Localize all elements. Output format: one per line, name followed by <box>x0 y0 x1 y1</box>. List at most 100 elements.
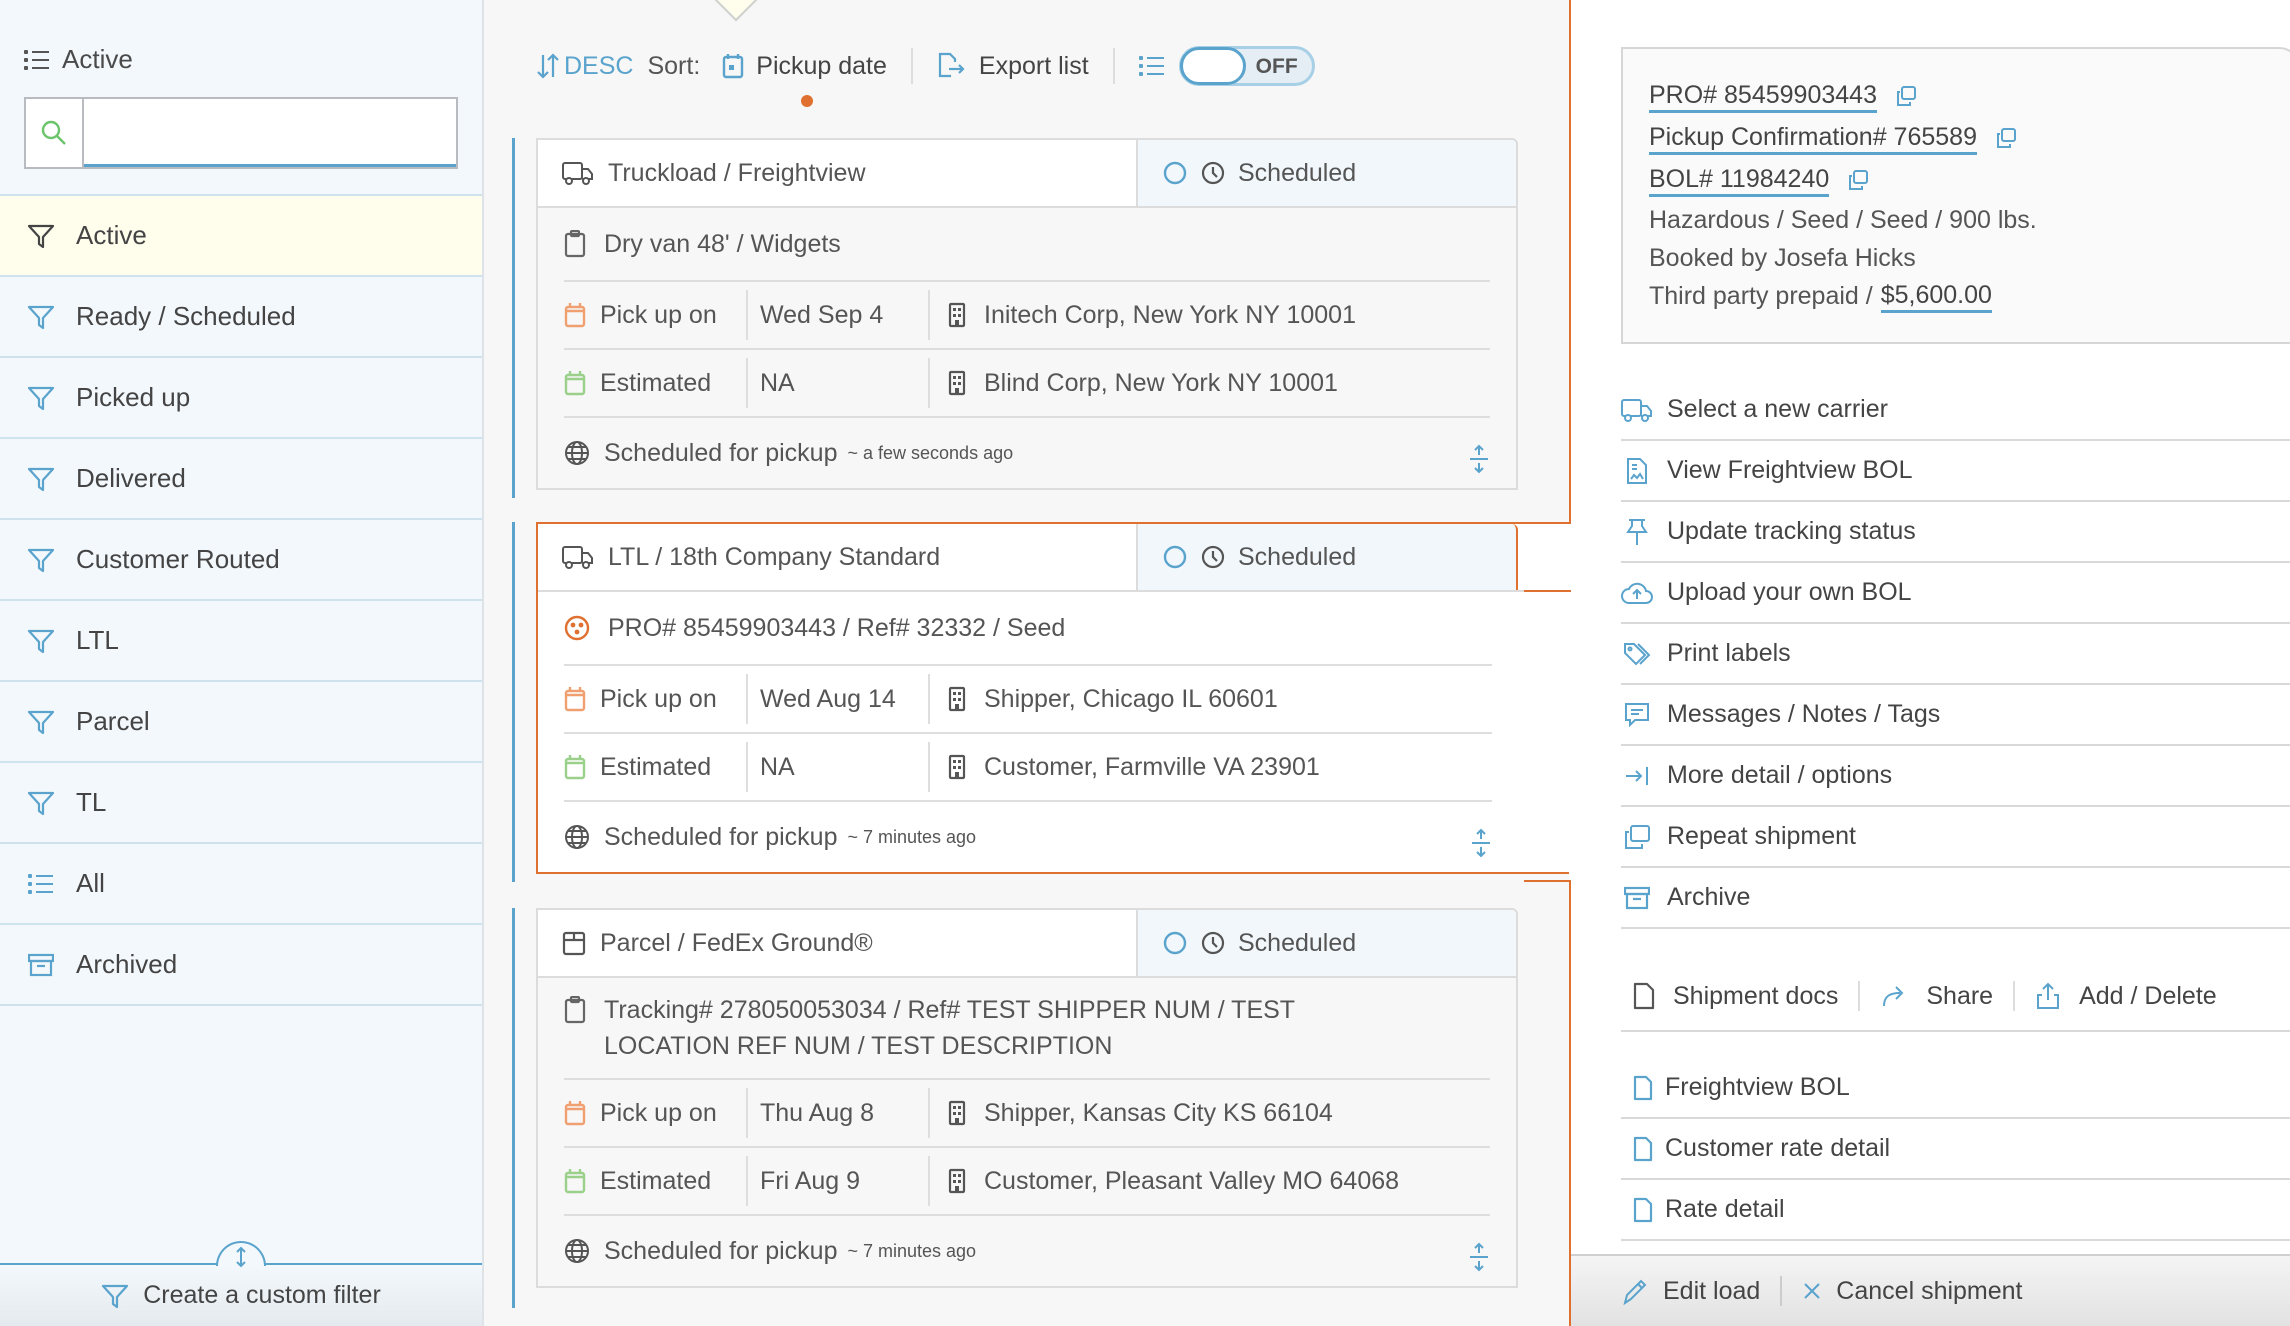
arrow-right-bar-icon <box>1621 765 1653 787</box>
edit-load-label: Edit load <box>1663 1276 1761 1305</box>
copy-icon[interactable] <box>1895 85 1917 107</box>
file-icon <box>1633 1136 1653 1162</box>
view-bol-button[interactable]: View Freightview BOL <box>1621 441 2290 502</box>
archive-button[interactable]: Archive <box>1621 868 2290 929</box>
action-label: Repeat shipment <box>1667 822 1857 850</box>
sidebar-item-label: Active <box>76 220 147 250</box>
selection-connector-top <box>1524 590 1572 592</box>
export-list-button[interactable]: Export list <box>937 52 1089 81</box>
calendar-estimated-icon <box>564 754 586 780</box>
shipment-card[interactable]: Truckload / Freightview Scheduled Dry va… <box>512 138 1552 498</box>
document-item[interactable]: Rate detail <box>1621 1180 2290 1241</box>
sidebar-item-tl[interactable]: TL <box>0 763 482 844</box>
sidebar-item-label: Ready / Scheduled <box>76 301 296 331</box>
copy-icon[interactable] <box>1995 127 2017 149</box>
expand-collapse-icon[interactable] <box>1468 1242 1490 1272</box>
divider <box>2013 981 2016 1011</box>
update-tracking-button[interactable]: Update tracking status <box>1621 502 2290 563</box>
messages-button[interactable]: Messages / Notes / Tags <box>1621 685 2290 746</box>
pickup-label: Pick up on <box>600 684 717 713</box>
divider <box>1112 48 1115 84</box>
pro-number-link[interactable]: PRO# 85459903443 <box>1649 80 1877 113</box>
toggle-label: OFF <box>1255 55 1298 78</box>
action-list: Select a new carrier View Freightview BO… <box>1621 380 2290 929</box>
calendar-pickup-icon <box>564 686 586 712</box>
pin-icon <box>1621 518 1653 546</box>
status-circle-icon <box>1162 930 1188 956</box>
resize-vertical-icon <box>235 1246 247 1268</box>
selection-connector-bottom <box>1524 880 1572 882</box>
sidebar-item-label: Parcel <box>76 706 150 736</box>
file-icon <box>1633 1075 1653 1101</box>
list-view-toggle[interactable]: OFF <box>1178 46 1315 86</box>
list-view-icon[interactable] <box>1138 55 1165 77</box>
filter-icon <box>26 628 56 654</box>
add-delete-label: Add / Delete <box>2079 981 2217 1010</box>
shipment-card-selected[interactable]: LTL / 18th Company Standard Scheduled PR… <box>512 522 1576 882</box>
shipment-card[interactable]: Parcel / FedEx Ground® Scheduled Trackin… <box>512 908 1552 1308</box>
sidebar-item-customer-routed[interactable]: Customer Routed <box>0 520 482 601</box>
card-header: Parcel / FedEx Ground® Scheduled <box>538 910 1516 978</box>
sidebar-item-ready-scheduled[interactable]: Ready / Scheduled <box>0 277 482 358</box>
copy-icon[interactable] <box>1847 169 1869 191</box>
amount-link[interactable]: $5,600.00 <box>1880 280 1992 313</box>
carrier-label: Parcel / FedEx Ground® <box>600 928 873 957</box>
detail-footer: Edit load Cancel shipment <box>1571 1254 2290 1326</box>
event-row: Scheduled for pickup ~ a few seconds ago <box>564 418 1490 488</box>
estimated-row: Estimated NA Blind Corp, New York NY 100… <box>564 350 1490 418</box>
pickup-row: Pick up on Wed Aug 14 Shipper, Chicago I… <box>564 666 1492 734</box>
create-custom-filter-button[interactable]: Create a custom filter <box>0 1241 482 1326</box>
print-labels-button[interactable]: Print labels <box>1621 624 2290 685</box>
more-detail-button[interactable]: More detail / options <box>1621 746 2290 807</box>
sidebar-item-ltl[interactable]: LTL <box>0 601 482 682</box>
action-label: Print labels <box>1667 639 1791 667</box>
upload-bol-button[interactable]: Upload your own BOL <box>1621 563 2290 624</box>
estimated-date: NA <box>760 752 795 781</box>
card-accent-bar <box>512 908 515 1308</box>
sidebar-item-active[interactable]: Active <box>0 196 482 277</box>
create-custom-filter-label: Create a custom filter <box>143 1281 381 1309</box>
sort-order-button[interactable]: DESC <box>536 52 633 81</box>
tag-icon <box>1621 641 1653 667</box>
archive-icon <box>1621 886 1653 910</box>
sidebar-item-picked-up[interactable]: Picked up <box>0 358 482 439</box>
add-delete-docs-button[interactable]: Add / Delete <box>2035 982 2217 1011</box>
repeat-shipment-button[interactable]: Repeat shipment <box>1621 807 2290 868</box>
estimated-date: NA <box>760 368 795 397</box>
select-new-carrier-button[interactable]: Select a new carrier <box>1621 380 2290 441</box>
cancel-shipment-button[interactable]: Cancel shipment <box>1802 1277 2023 1306</box>
document-list: Freightview BOL Customer rate detail Rat… <box>1621 1058 2290 1241</box>
sidebar-item-all[interactable]: All <box>0 844 482 925</box>
carrier: Truckload / Freightview <box>538 140 1138 206</box>
event-row: Scheduled for pickup ~ 7 minutes ago <box>564 1216 1490 1286</box>
document-item[interactable]: Freightview BOL <box>1621 1058 2290 1119</box>
shipment-card-body: Parcel / FedEx Ground® Scheduled Trackin… <box>536 908 1518 1288</box>
sidebar-item-parcel[interactable]: Parcel <box>0 682 482 763</box>
sort-field-label: Pickup date <box>756 51 887 80</box>
sort-field-button[interactable]: Pickup date <box>722 51 887 107</box>
filter-icon <box>26 304 56 330</box>
sidebar-item-delivered[interactable]: Delivered <box>0 439 482 520</box>
edit-load-button[interactable]: Edit load <box>1621 1277 1760 1306</box>
description: Dry van 48' / Widgets <box>604 229 841 258</box>
resize-handle[interactable] <box>216 1241 266 1268</box>
status-label: Scheduled <box>1238 928 1357 957</box>
sidebar-item-archived[interactable]: Archived <box>0 925 482 1006</box>
expand-collapse-icon[interactable] <box>1468 444 1490 474</box>
search-input[interactable] <box>84 99 456 167</box>
expand-collapse-icon[interactable] <box>1470 828 1492 858</box>
event-time: ~ 7 minutes ago <box>847 826 977 847</box>
card-header: LTL / 18th Company Standard Scheduled <box>538 524 1576 592</box>
sidebar-item-label: TL <box>76 787 107 817</box>
action-label: Select a new carrier <box>1667 395 1888 423</box>
sort-arrows-icon <box>536 53 560 79</box>
share-docs-button[interactable]: Share <box>1880 982 1993 1011</box>
clock-icon <box>1200 930 1226 956</box>
document-item[interactable]: Customer rate detail <box>1621 1119 2290 1180</box>
document-label: Freightview BOL <box>1665 1073 1850 1101</box>
share-label: Share <box>1926 981 1994 1010</box>
divider <box>1780 1276 1783 1306</box>
cloud-upload-icon <box>1621 581 1653 605</box>
pickup-confirmation-link[interactable]: Pickup Confirmation# 765589 <box>1649 122 1977 155</box>
bol-number-link[interactable]: BOL# 11984240 <box>1649 164 1830 197</box>
